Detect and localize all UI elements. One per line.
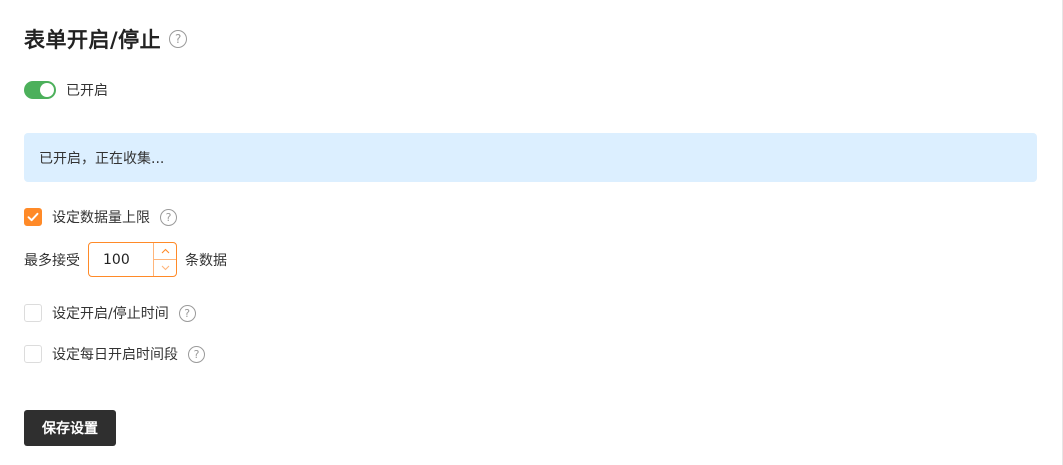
chevron-up-icon: [161, 248, 169, 254]
stepper-increase-button[interactable]: [154, 243, 176, 260]
save-settings-button[interactable]: 保存设置: [24, 410, 116, 446]
data-limit-checkbox[interactable]: [24, 208, 42, 226]
status-toggle-label: 已开启: [66, 83, 108, 99]
status-banner: 已开启，正在收集...: [24, 133, 1037, 182]
chevron-down-icon: [161, 265, 169, 271]
daily-period-label: 设定每日开启时间段: [52, 347, 178, 363]
limit-suffix: 条数据: [185, 252, 227, 269]
question-circle-icon[interactable]: ?: [160, 208, 177, 226]
form-settings-page: 表单开启/停止 ? 已开启 已开启，正在收集... 设定数据量上限 ? 最多接受: [0, 0, 1063, 465]
toggle-knob: [40, 83, 54, 97]
status-banner-text: 已开启，正在收集...: [39, 150, 165, 167]
page-title: 表单开启/停止: [24, 28, 162, 52]
data-limit-option: 设定数据量上限 ?: [24, 207, 177, 227]
limit-value-input[interactable]: [89, 243, 153, 276]
start-stop-time-label: 设定开启/停止时间: [52, 306, 169, 322]
stepper-decrease-button[interactable]: [154, 260, 176, 276]
daily-period-option: 设定每日开启时间段 ?: [24, 344, 205, 364]
question-circle-icon[interactable]: ?: [188, 345, 205, 363]
data-limit-label: 设定数据量上限: [52, 210, 150, 226]
data-limit-input-row: 最多接受 条数据: [24, 242, 227, 277]
check-icon: [27, 212, 39, 222]
start-stop-time-checkbox[interactable]: [24, 304, 42, 322]
stepper-arrows: [153, 243, 176, 276]
question-circle-icon[interactable]: ?: [178, 304, 196, 322]
header: 表单开启/停止 ?: [24, 24, 188, 54]
limit-prefix: 最多接受: [24, 252, 80, 269]
start-stop-time-option: 设定开启/停止时间 ?: [24, 303, 196, 323]
status-toggle-row: 已开启: [24, 80, 108, 100]
question-circle-icon[interactable]: ?: [169, 30, 188, 48]
daily-period-checkbox[interactable]: [24, 345, 42, 363]
quantity-stepper[interactable]: [88, 242, 177, 277]
status-toggle[interactable]: [24, 81, 56, 99]
